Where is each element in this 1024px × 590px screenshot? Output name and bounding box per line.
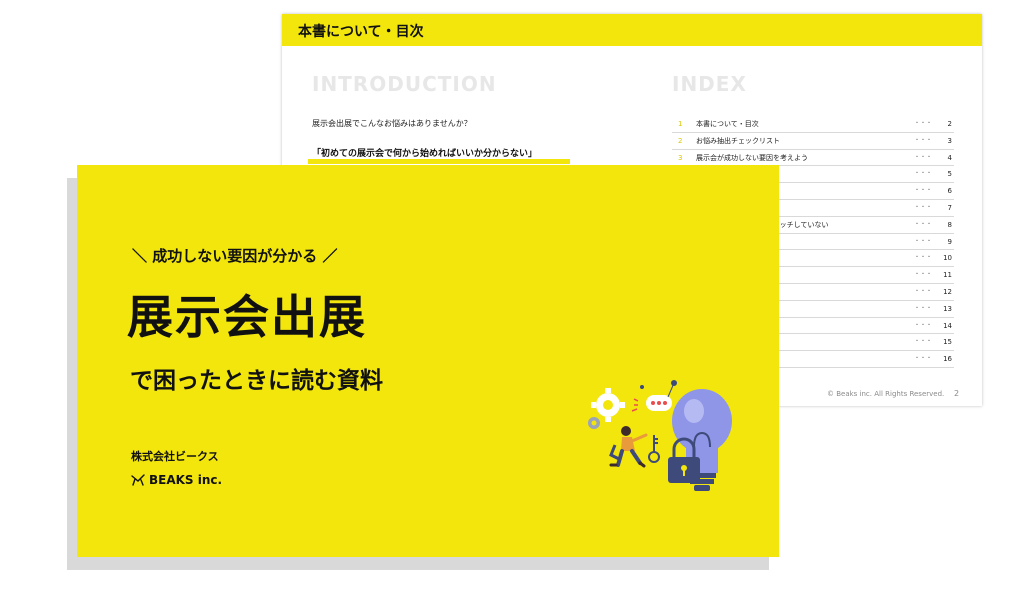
toc-page-number: 6: [947, 187, 952, 196]
toc-leader-dots: ・・・: [914, 254, 933, 262]
introduction-text: 展示会出展でこんなお悩みはありませんか？: [312, 119, 472, 128]
toc-leader-dots: ・・・: [914, 287, 933, 295]
toc-row: 2 お悩み抽出チェックリスト ・・・ 3: [672, 133, 954, 150]
cover-page: ＼ 成功しない要因が分かる ／ 展示会出展 で困ったときに読む資料 株式会社ビー…: [77, 165, 779, 557]
toc-number: 3: [678, 153, 683, 162]
cover-title: 展示会出展: [127, 290, 367, 344]
toc-page-number: 10: [943, 254, 952, 263]
toc-leader-dots: ・・・: [914, 304, 933, 312]
toc-leader-dots: ・・・: [914, 237, 933, 245]
toc-page-number: 11: [943, 271, 952, 280]
toc-leader-dots: ・・・: [914, 187, 933, 195]
page-number: 2: [954, 389, 960, 398]
copyright-footer: © Beaks inc. All Rights Reserved.: [827, 390, 945, 398]
toc-page-number: 15: [943, 338, 952, 347]
toc-page-number: 8: [947, 220, 952, 229]
toc-row: 3 展示会が成功しない要因を考えよう ・・・ 4: [672, 150, 954, 167]
toc-number: 2: [678, 136, 683, 145]
toc-page-number: 2: [947, 120, 952, 128]
toc-title: 本書について・目次: [696, 120, 759, 128]
company-name: 株式会社ビークス: [131, 450, 219, 463]
person-figure: [609, 426, 648, 468]
small-gear-icon: [588, 417, 600, 429]
chat-bubble-icon: [646, 395, 672, 411]
toc-leader-dots: ・・・: [914, 220, 933, 228]
toc-page-number: 3: [947, 136, 952, 145]
index-heading: INDEX: [672, 72, 747, 96]
toc-page-number: 4: [947, 153, 952, 162]
lightbulb-lock-illustration: [588, 380, 732, 491]
toc-page-number: 7: [947, 203, 952, 212]
toc-page-number: 9: [947, 237, 952, 246]
beaks-bird-icon: [131, 474, 145, 486]
toc-page-number: 12: [943, 287, 952, 296]
toc-page-number: 16: [943, 355, 952, 364]
toc-title: お悩み抽出チェックリスト: [696, 136, 780, 145]
toc-leader-dots: ・・・: [914, 170, 933, 178]
brand-logo: BEAKS inc.: [131, 473, 222, 487]
introduction-heading: INTRODUCTION: [312, 72, 497, 96]
toc-page-number: 5: [947, 170, 952, 179]
toc-number: 1: [678, 120, 683, 128]
key-icon: [648, 435, 660, 463]
toc-leader-dots: ・・・: [914, 271, 933, 279]
toc-page-number: 14: [943, 321, 952, 330]
toc-leader-dots: ・・・: [914, 136, 933, 144]
brand-name: BEAKS inc.: [149, 473, 223, 487]
introduction-quote: 「初めての展示会で何から始めればいいか分からない」: [312, 149, 538, 159]
toc-page-title: 本書について・目次: [298, 24, 424, 40]
toc-leader-dots: ・・・: [914, 203, 933, 211]
toc-page-header: 本書について・目次: [282, 14, 982, 46]
toc-leader-dots: ・・・: [914, 153, 933, 161]
toc-leader-dots: ・・・: [914, 355, 933, 363]
toc-leader-dots: ・・・: [914, 338, 933, 346]
toc-leader-dots: ・・・: [914, 120, 933, 127]
cover-subtitle: で困ったときに読む資料: [130, 368, 383, 394]
toc-page-number: 13: [943, 304, 952, 313]
toc-leader-dots: ・・・: [914, 321, 933, 329]
gear-icon: [591, 388, 625, 422]
toc-row: 1 本書について・目次 ・・・ 2: [672, 116, 954, 133]
toc-title: 展示会が成功しない要因を考えよう: [696, 153, 808, 162]
cover-tagline: ＼ 成功しない要因が分かる ／: [132, 247, 338, 265]
